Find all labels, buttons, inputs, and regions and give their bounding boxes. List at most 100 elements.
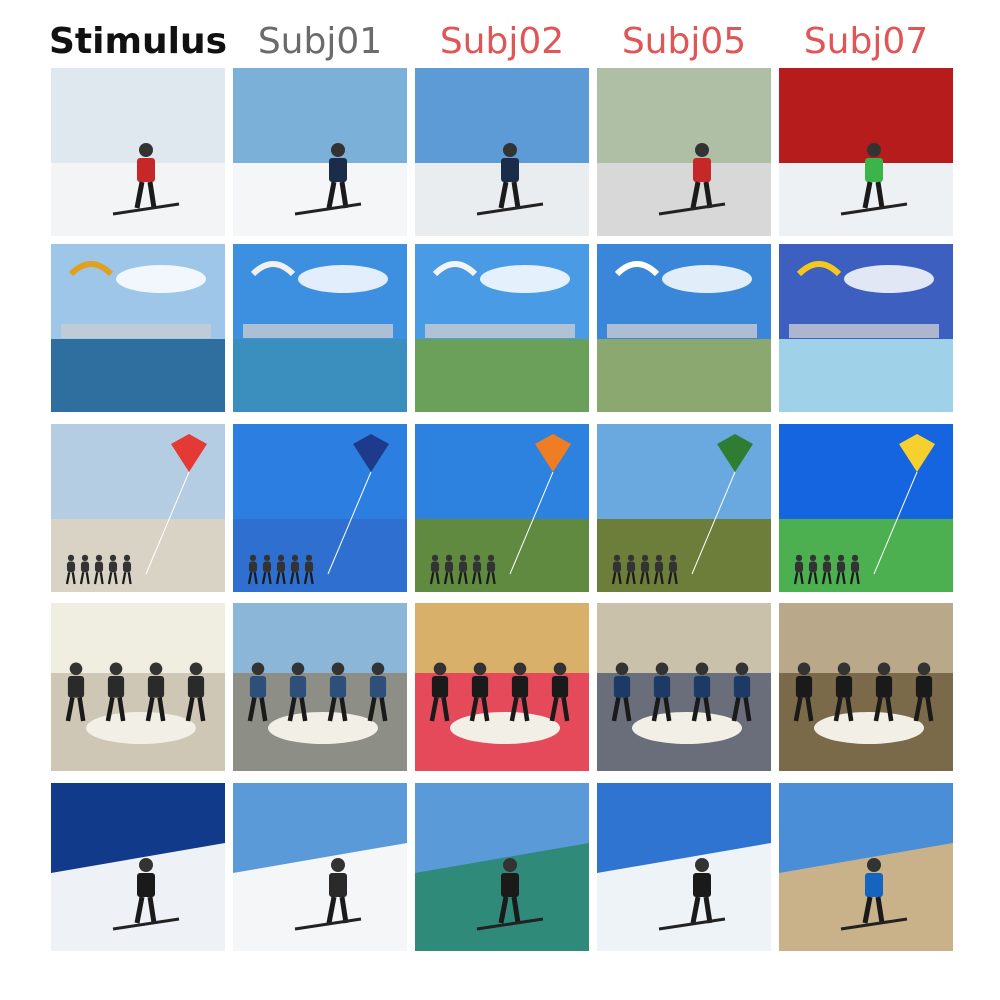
grid-image-svg bbox=[233, 68, 407, 236]
figure-head bbox=[69, 662, 83, 676]
scene-ground bbox=[415, 339, 589, 412]
grid-image-people-dining-subj01 bbox=[233, 603, 407, 771]
figure-head bbox=[809, 554, 817, 562]
figure-head bbox=[189, 662, 203, 676]
table bbox=[450, 712, 560, 744]
grid-image-kites-beach-stimulus bbox=[51, 424, 225, 592]
grid-image-kites-sea-subj02 bbox=[415, 244, 589, 412]
figure-head bbox=[251, 662, 265, 676]
cloud bbox=[298, 265, 388, 293]
figure-head bbox=[695, 858, 709, 872]
figure-head bbox=[867, 143, 881, 157]
scene-ground bbox=[415, 519, 589, 592]
grid-image-skier-slope-stimulus bbox=[51, 783, 225, 951]
figure-torso bbox=[654, 561, 664, 573]
figure-torso bbox=[511, 676, 529, 698]
figure-head bbox=[95, 554, 103, 562]
figure-torso bbox=[94, 561, 104, 573]
figure-head bbox=[877, 662, 891, 676]
grid-image-kites-sea-stimulus bbox=[51, 244, 225, 412]
scene-ground bbox=[233, 519, 407, 592]
grid-image-svg bbox=[415, 783, 589, 951]
grid-image-people-dining-stimulus bbox=[51, 603, 225, 771]
column-header-subj07: Subj07 bbox=[803, 21, 929, 62]
grid-image-svg bbox=[597, 68, 771, 236]
figure-torso bbox=[187, 676, 205, 698]
scene-ground bbox=[51, 339, 225, 412]
buildings bbox=[789, 324, 939, 338]
grid-image-svg bbox=[51, 244, 225, 412]
figure-head bbox=[797, 662, 811, 676]
grid-image-svg bbox=[233, 424, 407, 592]
column-header-subj01: Subj01 bbox=[257, 21, 383, 62]
grid-image-people-dining-subj05 bbox=[597, 603, 771, 771]
figure-head bbox=[291, 662, 305, 676]
grid-image-skier-snow-stimulus bbox=[51, 68, 225, 236]
figure-torso bbox=[66, 561, 76, 573]
cloud bbox=[844, 265, 934, 293]
figure-torso bbox=[501, 873, 519, 897]
scene-ground bbox=[233, 163, 407, 236]
figure-torso bbox=[822, 561, 832, 573]
grid-image-svg bbox=[415, 244, 589, 412]
figure-torso bbox=[612, 561, 622, 573]
figure-head bbox=[67, 554, 75, 562]
figure-head bbox=[139, 858, 153, 872]
figure-torso bbox=[693, 158, 711, 182]
grid-image-people-dining-subj02 bbox=[415, 603, 589, 771]
grid-image-kites-beach-subj05 bbox=[597, 424, 771, 592]
figure-torso bbox=[289, 676, 307, 698]
figure-head bbox=[149, 662, 163, 676]
figure-head bbox=[837, 554, 845, 562]
figure-torso bbox=[329, 873, 347, 897]
scene-ground bbox=[597, 339, 771, 412]
grid-image-skier-slope-subj01 bbox=[233, 783, 407, 951]
scene-ground bbox=[597, 519, 771, 592]
grid-image-kites-beach-subj07 bbox=[779, 424, 953, 592]
figure-torso bbox=[626, 561, 636, 573]
figure-head bbox=[917, 662, 931, 676]
grid-image-skier-snow-subj02 bbox=[415, 68, 589, 236]
grid-image-svg bbox=[415, 603, 589, 771]
figure-head bbox=[433, 662, 447, 676]
grid-image-skier-slope-subj02 bbox=[415, 783, 589, 951]
figure-torso bbox=[304, 561, 314, 573]
figure-torso bbox=[262, 561, 272, 573]
figure-torso bbox=[248, 561, 258, 573]
figure-head bbox=[459, 554, 467, 562]
column-header-subj02: Subj02 bbox=[439, 21, 565, 62]
figure-torso bbox=[472, 561, 482, 573]
figure-head bbox=[867, 858, 881, 872]
table bbox=[632, 712, 742, 744]
grid-image-svg bbox=[51, 424, 225, 592]
figure-head bbox=[615, 662, 629, 676]
grid-image-svg bbox=[779, 244, 953, 412]
scene-ground bbox=[233, 339, 407, 412]
grid-image-kites-beach-subj02 bbox=[415, 424, 589, 592]
figure-torso bbox=[137, 158, 155, 182]
figure-head bbox=[473, 554, 481, 562]
figure-torso bbox=[108, 561, 118, 573]
figure-torso bbox=[122, 561, 132, 573]
figure-torso bbox=[613, 676, 631, 698]
cloud bbox=[480, 265, 570, 293]
grid-image-kites-sea-subj01 bbox=[233, 244, 407, 412]
figure-head bbox=[695, 662, 709, 676]
grid-image-svg bbox=[233, 603, 407, 771]
figure-torso bbox=[693, 873, 711, 897]
grid-image-svg bbox=[51, 68, 225, 236]
figure-torso bbox=[486, 561, 496, 573]
grid-image-svg bbox=[597, 603, 771, 771]
table bbox=[814, 712, 924, 744]
figure-torso bbox=[249, 676, 267, 698]
figure-head bbox=[109, 662, 123, 676]
figure-torso bbox=[471, 676, 489, 698]
figure-torso bbox=[444, 561, 454, 573]
figure-torso bbox=[915, 676, 933, 698]
figure-torso bbox=[850, 561, 860, 573]
figure-torso bbox=[458, 561, 468, 573]
grid-image-svg bbox=[779, 424, 953, 592]
figure-head bbox=[445, 554, 453, 562]
scene-ground bbox=[779, 519, 953, 592]
cloud bbox=[116, 265, 206, 293]
